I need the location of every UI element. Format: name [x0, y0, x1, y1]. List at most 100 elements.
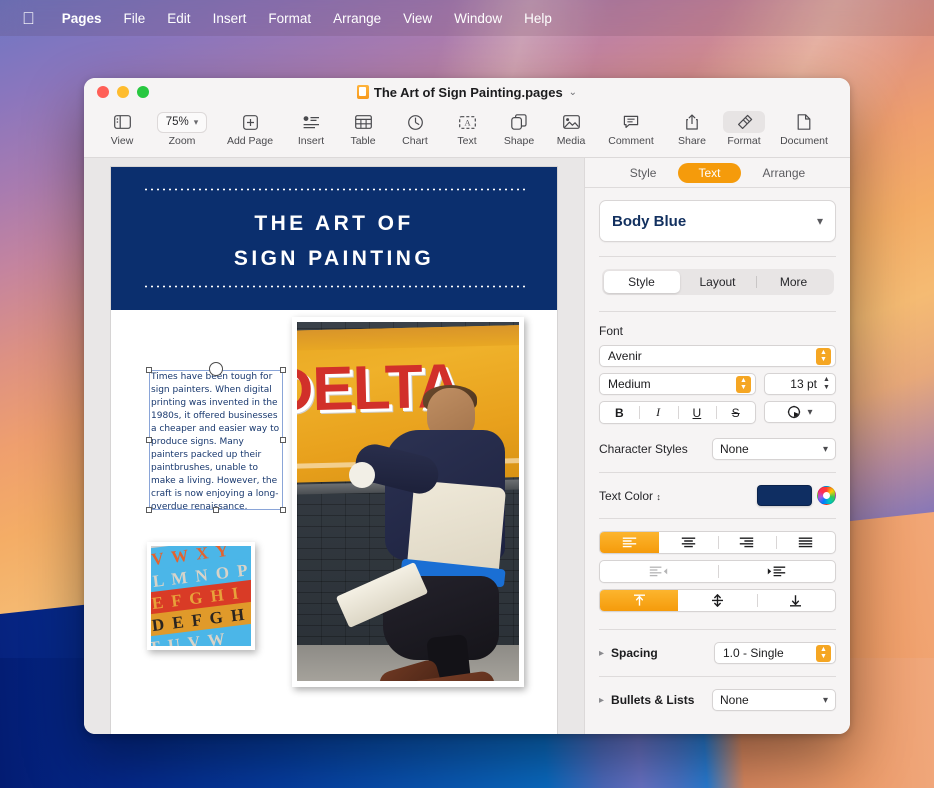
color-wheel-icon[interactable] — [817, 486, 836, 505]
photo-alphabet-letters[interactable]: U V W X Y K L M N O P D E F G H I C D E … — [147, 542, 255, 650]
toolbar-format-button[interactable]: Format — [718, 108, 770, 147]
resize-handle-bottom-right[interactable] — [280, 507, 286, 513]
paragraph-style-popup[interactable]: Body Blue ▾ — [599, 200, 836, 242]
tab-text[interactable]: Text — [678, 163, 740, 183]
text-color-swatch[interactable] — [757, 485, 812, 506]
resize-handle-bottom-center[interactable] — [213, 507, 219, 513]
menu-item-format[interactable]: Format — [257, 11, 322, 26]
toolbar-table-button[interactable]: Table — [337, 108, 389, 147]
stepper-icon[interactable]: ▲▼ — [816, 645, 831, 662]
toolbar-document-button[interactable]: Document — [770, 108, 838, 147]
font-size-stepper[interactable]: ▲▼ — [820, 374, 833, 394]
updown-chevron-icon[interactable]: ↕ — [656, 492, 661, 502]
spacing-disclosure[interactable]: ▸ Spacing — [599, 646, 658, 660]
tab-style[interactable]: Style — [610, 163, 677, 183]
body-text-box[interactable]: Times have been tough for sign painters.… — [149, 370, 283, 510]
align-left-button[interactable] — [600, 532, 659, 553]
rotation-handle[interactable] — [209, 362, 223, 376]
align-center-button[interactable] — [659, 532, 718, 553]
tab-arrange[interactable]: Arrange — [743, 163, 826, 183]
inspector-content: Body Blue ▾ Style Layout More Font Aveni… — [585, 188, 850, 723]
resize-handle-bottom-left[interactable] — [146, 507, 152, 513]
increase-indent-button[interactable] — [718, 561, 836, 582]
bold-button[interactable]: B — [600, 402, 639, 423]
menu-item-insert[interactable]: Insert — [202, 11, 258, 26]
document-page-icon — [797, 111, 811, 133]
menu-item-pages[interactable]: Pages — [51, 11, 113, 26]
document-canvas[interactable]: THE ART OF SIGN PAINTING DELTA — [84, 158, 584, 734]
toolbar-comment-button[interactable]: Comment — [597, 108, 665, 147]
character-styles-row: Character Styles None ▾ — [599, 438, 836, 460]
align-right-button[interactable] — [718, 532, 777, 553]
font-size-field[interactable]: 13 pt ▲▼ — [764, 373, 836, 395]
paragraph-indent-row — [599, 560, 836, 583]
document-page[interactable]: THE ART OF SIGN PAINTING DELTA — [110, 166, 558, 734]
subtab-style[interactable]: Style — [604, 271, 680, 293]
window-title-bar[interactable]: The Art of Sign Painting.pages ⌄ — [84, 78, 850, 106]
font-options-popup[interactable]: ▾ — [764, 401, 836, 423]
text-format-buttons: B I U S — [599, 401, 756, 424]
character-styles-value: None — [720, 442, 749, 456]
toolbar-chart-button[interactable]: Chart — [389, 108, 441, 147]
zoom-value: 75% — [166, 116, 189, 128]
bullets-row: ▸ Bullets & Lists None ▾ — [599, 689, 836, 711]
font-family-select[interactable]: Avenir ▲▼ — [599, 345, 836, 367]
subtab-layout[interactable]: Layout — [680, 271, 756, 293]
sign-top-band — [297, 325, 519, 351]
align-middle-button[interactable] — [678, 590, 756, 611]
close-button[interactable] — [97, 86, 109, 98]
toolbar-media-button[interactable]: Media — [545, 108, 597, 147]
menu-item-help[interactable]: Help — [513, 11, 563, 26]
decrease-indent-button[interactable] — [600, 561, 718, 582]
align-justify-button[interactable] — [776, 532, 835, 553]
align-top-button[interactable] — [600, 590, 678, 611]
divider — [599, 676, 836, 677]
character-styles-select[interactable]: None ▾ — [712, 438, 836, 460]
resize-handle-middle-left[interactable] — [146, 437, 152, 443]
toolbar-insert-button[interactable]: Insert — [285, 108, 337, 147]
menu-item-edit[interactable]: Edit — [156, 11, 201, 26]
strikethrough-button[interactable]: S — [716, 402, 755, 423]
subtab-more[interactable]: More — [756, 271, 832, 293]
menu-item-file[interactable]: File — [113, 11, 157, 26]
chevron-right-icon[interactable]: ▸ — [599, 695, 604, 706]
divider — [599, 472, 836, 473]
toolbar-add-page-button[interactable]: Add Page — [216, 108, 284, 147]
media-image-icon — [563, 111, 580, 133]
stepper-icon[interactable]: ▲▼ — [736, 376, 751, 393]
zoom-value-box[interactable]: 75% ▾ — [157, 111, 208, 133]
font-section-label: Font — [599, 324, 836, 338]
photo-sign-painter[interactable]: DELTA — [292, 317, 524, 687]
align-bottom-button[interactable] — [757, 590, 835, 611]
spacing-select[interactable]: 1.0 - Single ▲▼ — [714, 642, 836, 664]
chevron-down-icon[interactable]: ⌄ — [569, 87, 577, 98]
insert-icon — [303, 111, 320, 133]
toolbar-zoom-control[interactable]: 75% ▾ Zoom — [148, 108, 216, 147]
toolbar-text-button[interactable]: A Text — [441, 108, 493, 147]
table-icon — [355, 111, 372, 133]
toolbar-shape-button[interactable]: Shape — [493, 108, 545, 147]
underline-button[interactable]: U — [678, 402, 717, 423]
italic-button[interactable]: I — [639, 402, 678, 423]
bullets-disclosure[interactable]: ▸ Bullets & Lists — [599, 693, 694, 707]
toolbar-share-button[interactable]: Share — [666, 108, 718, 147]
shape-icon — [511, 111, 527, 133]
apple-logo-icon[interactable]:  — [22, 10, 35, 27]
font-weight-select[interactable]: Medium ▲▼ — [599, 373, 756, 395]
character-styles-label: Character Styles — [599, 442, 688, 456]
resize-handle-top-right[interactable] — [280, 367, 286, 373]
toolbar-view-button[interactable]: View — [96, 108, 148, 147]
text-color-label-text: Text Color — [599, 489, 653, 503]
minimize-button[interactable] — [117, 86, 129, 98]
menu-item-view[interactable]: View — [392, 11, 443, 26]
toolbar-chart-label: Chart — [402, 135, 428, 147]
chevron-right-icon[interactable]: ▸ — [599, 648, 604, 659]
maximize-button[interactable] — [137, 86, 149, 98]
resize-handle-middle-right[interactable] — [280, 437, 286, 443]
menu-item-window[interactable]: Window — [443, 11, 513, 26]
stepper-icon[interactable]: ▲▼ — [816, 348, 831, 365]
document-title-line2: SIGN PAINTING — [234, 247, 434, 270]
bullets-select[interactable]: None ▾ — [712, 689, 836, 711]
resize-handle-top-left[interactable] — [146, 367, 152, 373]
menu-item-arrange[interactable]: Arrange — [322, 11, 392, 26]
